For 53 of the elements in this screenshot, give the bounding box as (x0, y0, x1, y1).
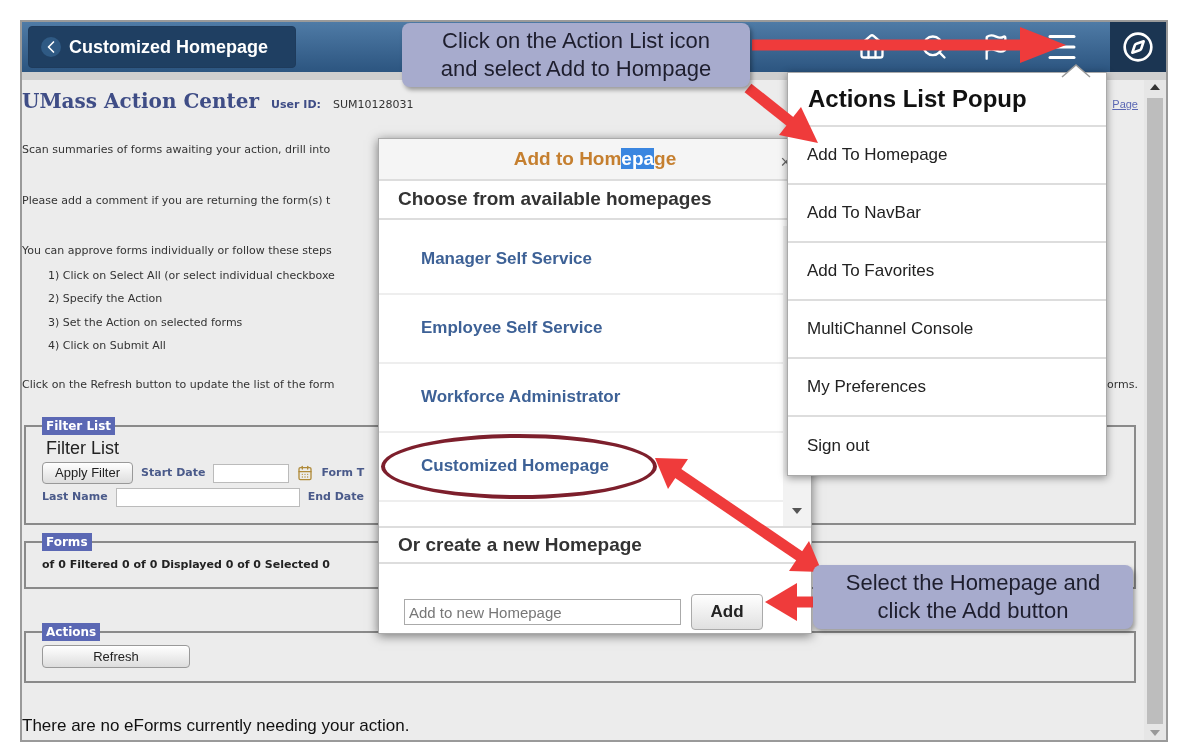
last-name-field[interactable] (115, 488, 300, 507)
instruction-text: Click on the Refresh button to update the list of the form (22, 376, 335, 393)
pointer-arrow (765, 583, 816, 621)
action-menu-item[interactable]: My Preferences (807, 374, 927, 400)
instruction-text: You can approve forms individually or follow these steps (22, 243, 332, 259)
scrollbar[interactable] (1144, 80, 1166, 740)
compass-icon (1122, 31, 1154, 63)
action-menu-item[interactable]: Add To Favorites (807, 258, 935, 284)
page-link[interactable]: Page (1112, 96, 1138, 113)
home-icon[interactable] (858, 33, 886, 61)
homepage-option[interactable]: Customized Homepage (421, 453, 609, 479)
step-text: 3) Set the Action on selected forms (48, 314, 243, 331)
scroll-down-icon[interactable] (792, 507, 802, 514)
user-id: SUM10128031 (332, 97, 414, 113)
step-text: 2) Specify the Action (48, 291, 163, 307)
action-menu-item[interactable]: MultiChannel Console (807, 316, 974, 342)
back-button[interactable]: Customized Homepage (28, 26, 296, 68)
action-menu-item[interactable]: Add To Homepage (807, 142, 948, 168)
section-legend: Forms (42, 533, 92, 551)
empty-message: There are no eForms currently needing your action. (22, 714, 410, 737)
new-homepage-field[interactable]: Add to new Homepage (404, 599, 681, 625)
popup-title: Actions List Popup (808, 84, 1027, 114)
compass-button[interactable] (1110, 22, 1166, 72)
action-menu-item[interactable]: Sign out (807, 433, 870, 459)
back-icon (41, 37, 61, 57)
forms-summary: of 0 Filtered 0 of 0 Displayed 0 of 0 Selected 0 (42, 557, 332, 573)
instruction-text: orms. (1107, 376, 1138, 393)
end-date-label: End Date (307, 489, 364, 506)
last-name-label: Last Name (42, 489, 108, 506)
add-button[interactable]: Add (691, 594, 763, 630)
refresh-button[interactable]: Refresh (42, 645, 190, 668)
homepage-option[interactable]: Manager Self Service (421, 246, 593, 272)
callout-text: and select Add to Hompage (440, 55, 712, 83)
start-date-label: Start Date (141, 464, 206, 481)
callout-text: Select the Homepage and (845, 569, 1101, 597)
callout-text: click the Add button (877, 597, 1069, 625)
step-text: 4) Click on Submit All (48, 338, 166, 354)
user-id-label: User ID: (271, 97, 321, 113)
start-date-field[interactable] (213, 463, 290, 483)
instruction-text: Please add a comment if you are returning the form(s) t (22, 192, 331, 209)
homepage-option[interactable]: Employee Self Service (421, 315, 603, 341)
scroll-up-icon[interactable] (1150, 84, 1160, 90)
section-legend: Filter List (42, 417, 116, 435)
apply-filter-button[interactable]: Apply Filter (42, 462, 134, 484)
form-label: Form T (321, 464, 365, 481)
instruction-text: Scan summaries of forms awaiting your action, drill into (22, 142, 331, 158)
homepage-option[interactable]: Workforce Administrator (421, 384, 621, 410)
section-legend: Actions (42, 623, 101, 641)
step-text: 1) Click on Select All (or select individual checkboxe (48, 267, 335, 284)
page-title: UMass Action Center (22, 88, 260, 115)
filter-heading: Filter List (45, 437, 119, 460)
calendar-icon[interactable] (297, 465, 314, 481)
callout-text: Click on the Action List icon (442, 27, 710, 55)
